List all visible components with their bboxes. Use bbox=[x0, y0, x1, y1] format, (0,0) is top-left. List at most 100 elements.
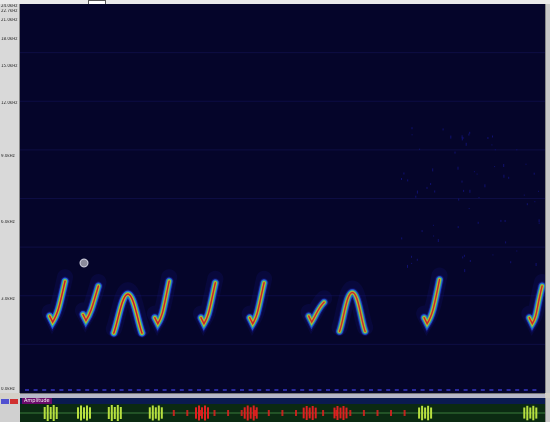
noise-speck bbox=[403, 172, 405, 175]
baseline-tick bbox=[377, 389, 382, 391]
waveform-burst bbox=[523, 407, 526, 419]
baseline-tick bbox=[205, 389, 210, 391]
baseline-tick bbox=[326, 389, 330, 391]
baseline-tick bbox=[128, 389, 133, 391]
noise-speck bbox=[430, 183, 432, 185]
waveform-clip-marker bbox=[213, 410, 216, 416]
call-halo bbox=[331, 280, 374, 336]
baseline-tick bbox=[214, 389, 219, 391]
baseline-tick bbox=[42, 389, 47, 391]
noise-speck bbox=[538, 190, 539, 192]
waveform-canvas[interactable] bbox=[20, 404, 545, 422]
baseline-tick bbox=[265, 389, 270, 391]
noise-speck bbox=[494, 149, 496, 151]
waveform-scrollbar[interactable] bbox=[545, 398, 550, 422]
baseline-tick bbox=[283, 389, 287, 391]
baseline-tick bbox=[523, 389, 528, 391]
call-chirp bbox=[192, 270, 224, 337]
noise-speck bbox=[473, 171, 475, 173]
baseline-tick bbox=[472, 389, 477, 391]
noise-speck bbox=[462, 256, 464, 259]
waveform-clip-marker bbox=[362, 410, 365, 416]
baseline-tick bbox=[188, 389, 193, 391]
noise-speck bbox=[484, 184, 486, 188]
selection-marker bbox=[79, 258, 89, 268]
baseline-tick bbox=[437, 389, 442, 391]
noise-speck bbox=[432, 224, 434, 226]
vertical-scrollbar[interactable] bbox=[545, 4, 550, 393]
channel-color-swatch-right[interactable] bbox=[10, 399, 18, 404]
call-halo bbox=[192, 270, 224, 337]
channel-color-swatch-left[interactable] bbox=[1, 399, 9, 404]
call-chirp bbox=[241, 270, 273, 337]
noise-speck bbox=[416, 258, 418, 261]
noise-speck bbox=[503, 174, 505, 178]
noise-speck bbox=[510, 261, 512, 264]
waveform-clip-marker bbox=[281, 410, 284, 416]
baseline-tick bbox=[480, 389, 485, 391]
baseline-tick bbox=[515, 389, 520, 391]
baseline-tick bbox=[334, 389, 339, 391]
baseline-tick bbox=[119, 389, 124, 391]
waveform-clip-marker bbox=[390, 410, 392, 416]
noise-speck bbox=[538, 222, 540, 224]
call-chirp bbox=[41, 269, 74, 335]
spectrogram-canvas[interactable] bbox=[20, 4, 545, 393]
frequency-tick-label: 9.0kHz bbox=[1, 154, 15, 158]
baseline-tick bbox=[197, 389, 201, 391]
waveform-clip-marker bbox=[335, 410, 338, 416]
baseline-tick bbox=[455, 389, 459, 391]
noise-speck bbox=[477, 221, 479, 224]
baseline-tick bbox=[446, 389, 451, 391]
waveform-burst bbox=[86, 405, 88, 421]
noise-speck bbox=[450, 135, 452, 139]
waveform-burst bbox=[119, 407, 122, 419]
call-chirp bbox=[300, 290, 333, 335]
waveform-burst bbox=[110, 405, 113, 421]
waveform-burst bbox=[116, 405, 119, 421]
baseline-tick bbox=[59, 389, 64, 391]
waveform-burst bbox=[55, 407, 58, 419]
call-halo bbox=[300, 290, 333, 335]
frequency-tick-label: 6.0kHz bbox=[1, 220, 15, 224]
call-halo bbox=[416, 267, 448, 337]
waveform-burst bbox=[195, 407, 197, 419]
baseline-tick bbox=[50, 389, 55, 391]
baseline-tick bbox=[429, 389, 434, 391]
waveform-burst bbox=[207, 407, 209, 419]
frequency-tick-label: 15.0kHz bbox=[1, 64, 18, 68]
frequency-tick-label: 3.0kHz bbox=[1, 297, 15, 301]
noise-speck bbox=[526, 203, 528, 206]
waveform-burst bbox=[345, 407, 348, 419]
noise-speck bbox=[500, 219, 502, 222]
waveform-burst bbox=[52, 405, 55, 421]
waveform-burst bbox=[154, 407, 157, 419]
noise-speck bbox=[478, 197, 480, 199]
call-arch bbox=[105, 282, 150, 338]
audio-analyzer-window: 24.0kHz 22.7kHz 21.0kHz 18.0kHz 15.0kHz … bbox=[0, 0, 550, 422]
noise-speck bbox=[454, 151, 456, 154]
noise-speck bbox=[463, 254, 465, 257]
baseline-tick bbox=[412, 389, 416, 391]
waveform-burst bbox=[160, 407, 163, 419]
waveform-burst bbox=[83, 407, 85, 419]
noise-speck bbox=[504, 220, 506, 222]
call-halo bbox=[146, 269, 178, 337]
noise-speck bbox=[457, 226, 459, 229]
spectrogram-panel[interactable] bbox=[20, 4, 545, 393]
waveform-burst bbox=[532, 405, 535, 421]
waveform-panel[interactable] bbox=[20, 404, 545, 422]
frequency-tick-label: 0.0kHz bbox=[1, 387, 15, 391]
call-halo bbox=[41, 269, 74, 335]
baseline-tick bbox=[85, 389, 90, 391]
baseline-tick bbox=[33, 389, 38, 391]
baseline-tick bbox=[274, 389, 279, 391]
waveform-burst bbox=[107, 407, 110, 419]
baseline-tick bbox=[308, 389, 313, 391]
baseline-tick bbox=[300, 389, 305, 391]
noise-speck bbox=[401, 178, 402, 180]
call-arch bbox=[331, 280, 374, 336]
noise-speck bbox=[487, 137, 489, 139]
noise-speck bbox=[494, 166, 496, 168]
baseline-tick bbox=[489, 389, 494, 391]
